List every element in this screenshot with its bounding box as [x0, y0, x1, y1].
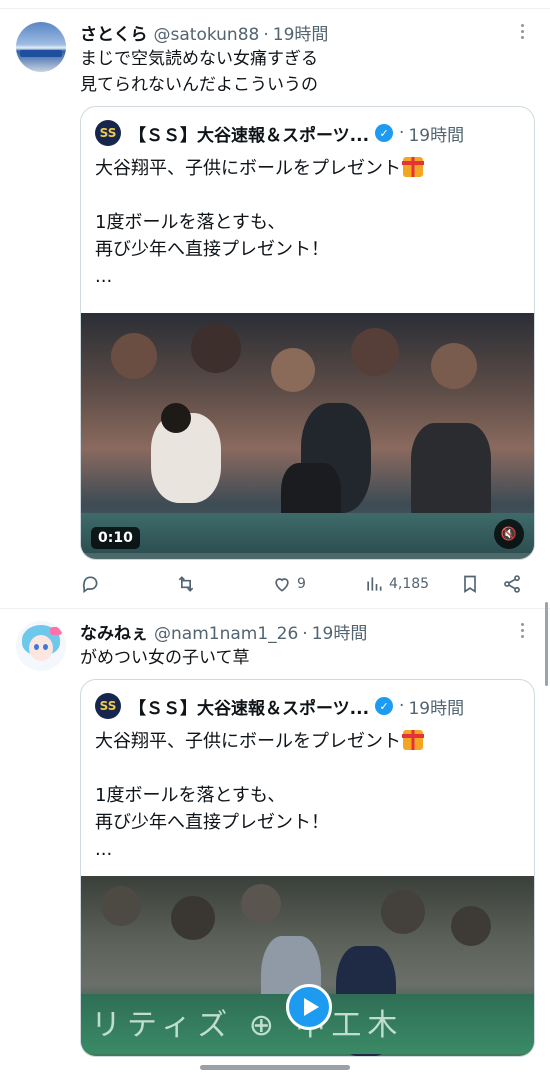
display-name[interactable]: なみねぇ: [80, 619, 148, 644]
tweet[interactable]: さとくら @satokun88 · 19時間 まじで空気読めない女痛すぎる 見て…: [0, 10, 550, 608]
like-button[interactable]: 9: [272, 572, 306, 596]
scrollbar[interactable]: [545, 602, 548, 686]
views-button[interactable]: 4,185: [364, 572, 429, 596]
play-icon[interactable]: [286, 984, 332, 1030]
quoted-tweet-text: 大谷翔平、子供にボールをプレゼント 1度ボールを落とすも、 再び少年へ直接プレゼ…: [95, 728, 424, 863]
handle[interactable]: @satokun88: [154, 25, 260, 45]
views-bar-chart-icon: [367, 577, 382, 591]
top-divider: [0, 8, 550, 9]
timestamp[interactable]: 19時間: [273, 20, 329, 45]
quoted-line1: 大谷翔平、子供にボールをプレゼント: [95, 731, 401, 752]
heart-icon: [275, 578, 289, 592]
stadium-banner-text: リティズ ⊕ 中工木: [91, 1008, 404, 1043]
quoted-timestamp: 19時間: [408, 125, 465, 146]
separator: ·: [302, 624, 308, 644]
view-count: 4,185: [389, 576, 430, 592]
bookmark-icon: [464, 575, 476, 594]
share-icon: [504, 575, 520, 593]
tweet-actions: 9 4,185: [80, 572, 535, 596]
like-count: 9: [297, 576, 306, 592]
quoted-tweet[interactable]: SS 【ＳＳ】大谷速報＆スポーツ... ✓ · 19時間 大谷翔平、子供にボール…: [80, 106, 535, 560]
handle[interactable]: @nam1nam1_26: [154, 624, 298, 644]
quoted-tweet[interactable]: SS 【ＳＳ】大谷速報＆スポーツ... ✓ · 19時間 大谷翔平、子供にボール…: [80, 679, 535, 1057]
quoted-timestamp: 19時間: [408, 698, 465, 719]
display-name[interactable]: さとくら: [80, 20, 148, 45]
verified-badge-icon: ✓: [375, 697, 394, 715]
gift-emoji-icon: [402, 157, 424, 177]
quoted-display-name: 【ＳＳ】大谷速報＆スポーツ...: [129, 125, 370, 146]
tweet-header: さとくら @satokun88 · 19時間: [80, 20, 329, 45]
separator: ·: [399, 696, 405, 716]
retweet-button[interactable]: [176, 572, 201, 596]
quoted-tweet-header: SS 【ＳＳ】大谷速報＆スポーツ... ✓ · 19時間: [95, 119, 464, 147]
video-player[interactable]: 0:10 🔇: [81, 313, 534, 559]
more-options-icon[interactable]: [514, 24, 530, 42]
verified-badge-icon: ✓: [375, 124, 394, 142]
video-player[interactable]: リティズ ⊕ 中工木: [81, 876, 534, 1056]
quoted-avatar: SS: [95, 120, 121, 146]
quoted-tweet-text: 大谷翔平、子供にボールをプレゼント 1度ボールを落とすも、 再び少年へ直接プレゼ…: [95, 155, 424, 290]
tweet-header: なみねぇ @nam1nam1_26 · 19時間: [80, 619, 368, 644]
avatar[interactable]: [16, 621, 66, 671]
more-options-icon[interactable]: [514, 623, 530, 641]
quoted-display-name: 【ＳＳ】大谷速報＆スポーツ...: [129, 698, 370, 719]
volume-muted-icon[interactable]: 🔇: [494, 519, 524, 549]
separator: ·: [263, 25, 269, 45]
video-duration: 0:10: [91, 527, 140, 549]
reply-button[interactable]: [80, 572, 105, 596]
quoted-tweet-header: SS 【ＳＳ】大谷速報＆スポーツ... ✓ · 19時間: [95, 692, 464, 720]
quoted-body: 1度ボールを落とすも、 再び少年へ直接プレゼント！ ...: [95, 212, 329, 287]
share-button[interactable]: [502, 572, 522, 596]
bookmark-button[interactable]: [460, 572, 480, 596]
reply-icon: [82, 576, 98, 594]
separator: ·: [399, 123, 405, 143]
quoted-body: 1度ボールを落とすも、 再び少年へ直接プレゼント！ ...: [95, 785, 329, 860]
quoted-line1: 大谷翔平、子供にボールをプレゼント: [95, 158, 401, 179]
home-indicator[interactable]: [200, 1065, 350, 1070]
timestamp[interactable]: 19時間: [312, 619, 368, 644]
avatar[interactable]: [16, 22, 66, 72]
quoted-avatar: SS: [95, 693, 121, 719]
tweet-text: がめつい女の子いて草: [80, 648, 250, 668]
retweet-icon: [178, 576, 194, 592]
tweet-text: まじで空気読めない女痛すぎる 見てられないんだよこういうの: [80, 49, 318, 95]
tweet[interactable]: なみねぇ @nam1nam1_26 · 19時間 がめつい女の子いて草 SS 【…: [0, 609, 550, 1083]
gift-emoji-icon: [402, 730, 424, 750]
